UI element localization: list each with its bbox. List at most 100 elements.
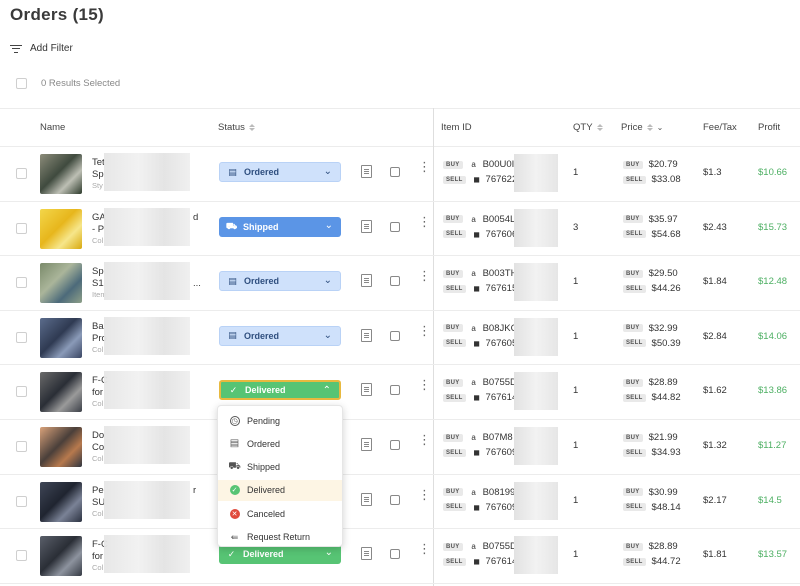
product-name-line2[interactable]: for bbox=[92, 387, 103, 398]
status-select[interactable]: ▤ Ordered ⌄ bbox=[219, 325, 341, 346]
notes-icon[interactable] bbox=[361, 219, 372, 233]
redacted-name bbox=[104, 535, 190, 574]
product-thumbnail[interactable] bbox=[40, 372, 82, 413]
product-name-line1[interactable]: Pe bbox=[92, 485, 104, 496]
col-header-name[interactable]: Name bbox=[40, 122, 65, 133]
status-select[interactable]: ⛟ Shipped ⌄ bbox=[219, 216, 341, 237]
notes-icon[interactable] bbox=[361, 274, 372, 288]
sell-item-id[interactable]: SELL ◼ 767614 bbox=[443, 556, 517, 567]
col-header-qty[interactable]: QTY bbox=[573, 122, 603, 133]
select-all-checkbox[interactable] bbox=[16, 78, 27, 89]
buy-item-id[interactable]: BUY a B003TH bbox=[443, 268, 517, 279]
buy-item-id[interactable]: BUY a B08JKC bbox=[443, 323, 517, 334]
table-row[interactable]: F-C for Col ✓ Delivered ⌄ ⋮ BUY a B0755D SELL ◼ 7676… bbox=[0, 528, 800, 583]
more-vertical-icon[interactable]: ⋮ bbox=[418, 488, 431, 501]
table-row[interactable]: Tet Sp Sty ▤ Ordered ⌄ ⋮ BUY a B00U0I SELL ◼ 767622 1… bbox=[0, 146, 800, 201]
table-row[interactable]: Ba Pro Col ▤ Ordered ⌄ ⋮ BUY a B08JKC SELL ◼ 767605 1… bbox=[0, 310, 800, 365]
memo-icon[interactable] bbox=[390, 330, 400, 341]
product-name-line1[interactable]: Do bbox=[92, 430, 104, 441]
status-option-request-return[interactable]: ⇚ Request Return bbox=[218, 527, 342, 548]
buy-item-id[interactable]: BUY a B00U0I bbox=[443, 159, 514, 170]
memo-icon[interactable] bbox=[390, 440, 400, 450]
col-header-fee-tax[interactable]: Fee/Tax bbox=[703, 122, 737, 133]
sell-item-id[interactable]: SELL ◼ 767615 bbox=[443, 283, 517, 294]
more-vertical-icon[interactable]: ⋮ bbox=[418, 433, 431, 446]
col-header-item-id[interactable]: Item ID bbox=[441, 122, 472, 133]
memo-icon[interactable] bbox=[390, 385, 400, 396]
product-name-line1[interactable]: Tet bbox=[92, 157, 105, 168]
product-thumbnail[interactable] bbox=[40, 317, 82, 358]
table-row[interactable]: Sp S1 Item... ▤ Ordered ⌄ ⋮ BUY a B003TH SELL ◼ 7676… bbox=[0, 255, 800, 310]
amazon-icon: a bbox=[471, 542, 476, 552]
more-vertical-icon[interactable]: ⋮ bbox=[418, 215, 431, 228]
more-vertical-icon[interactable]: ⋮ bbox=[418, 378, 431, 391]
sell-item-id[interactable]: SELL ◼ 767609 bbox=[443, 502, 517, 513]
row-checkbox[interactable] bbox=[16, 277, 27, 289]
notes-icon[interactable] bbox=[361, 165, 372, 178]
status-option-ordered[interactable]: ▤ Ordered bbox=[218, 433, 342, 454]
buy-item-id[interactable]: BUY a B08199 bbox=[443, 487, 515, 498]
memo-icon[interactable] bbox=[390, 221, 400, 232]
sell-item-id[interactable]: SELL ◼ 767606 bbox=[443, 229, 517, 240]
row-checkbox[interactable] bbox=[16, 222, 27, 234]
col-header-status[interactable]: Status bbox=[218, 122, 255, 133]
more-vertical-icon[interactable]: ⋮ bbox=[418, 542, 431, 555]
table-row[interactable]: Pe SU Col r ⋮ BUY a B08199 SELL ◼ 767609 1 BUY $30.99… bbox=[0, 474, 800, 529]
product-name-line2[interactable]: Co bbox=[92, 442, 104, 453]
row-checkbox[interactable] bbox=[16, 550, 27, 562]
product-thumbnail[interactable] bbox=[40, 263, 82, 304]
product-name-line1[interactable]: Ba bbox=[92, 321, 104, 332]
memo-icon[interactable] bbox=[390, 494, 400, 505]
buy-item-id[interactable]: BUY a B0755D bbox=[443, 377, 517, 388]
product-name-line2[interactable]: Sp bbox=[92, 169, 104, 180]
row-checkbox[interactable] bbox=[16, 441, 27, 452]
sell-item-id[interactable]: SELL ◼ 767609 bbox=[443, 447, 517, 458]
more-vertical-icon[interactable]: ⋮ bbox=[418, 160, 431, 173]
product-thumbnail[interactable] bbox=[40, 536, 82, 577]
row-checkbox[interactable] bbox=[16, 168, 27, 179]
status-option-shipped[interactable]: ⛟ Shipped bbox=[218, 457, 342, 478]
memo-icon[interactable] bbox=[390, 167, 400, 177]
product-thumbnail[interactable] bbox=[40, 154, 82, 194]
notes-icon[interactable] bbox=[361, 547, 372, 561]
product-name-line1[interactable]: Sp bbox=[92, 266, 104, 277]
product-thumbnail[interactable] bbox=[40, 427, 82, 467]
more-vertical-icon[interactable]: ⋮ bbox=[418, 269, 431, 282]
notes-icon[interactable] bbox=[361, 438, 372, 451]
status-select[interactable]: ▤ Ordered ⌄ bbox=[219, 162, 341, 182]
notes-icon[interactable] bbox=[361, 383, 372, 397]
status-select[interactable]: ✓ Delivered ⌃ bbox=[219, 380, 341, 401]
table-row[interactable]: GA - P Col d ⛟ Shipped ⌄ ⋮ BUY a B0054L SELL ◼ 767606… bbox=[0, 201, 800, 256]
row-checkbox[interactable] bbox=[16, 386, 27, 398]
status-select[interactable]: ▤ Ordered ⌄ bbox=[219, 271, 341, 292]
table-row[interactable]: F-C for Col ✓ Delivered ⌃ ⋮ BUY a B0755D SELL ◼ 7676… bbox=[0, 364, 800, 419]
buy-item-id[interactable]: BUY a B07M8 bbox=[443, 432, 513, 443]
product-name-line2[interactable]: for bbox=[92, 551, 103, 562]
memo-icon[interactable] bbox=[390, 549, 400, 560]
status-label: Shipped bbox=[243, 221, 279, 232]
sort-icon bbox=[248, 124, 255, 131]
col-header-price[interactable]: Price ⌄ bbox=[621, 122, 663, 133]
status-option-canceled[interactable]: ✕ Canceled bbox=[218, 503, 342, 524]
check-circle-icon: ✓ bbox=[227, 548, 236, 559]
product-thumbnail[interactable] bbox=[40, 481, 82, 522]
notes-icon[interactable] bbox=[361, 492, 372, 506]
row-checkbox[interactable] bbox=[16, 331, 27, 343]
table-row[interactable]: Do Co Col ⋮ BUY a B07M8 SELL ◼ 767609 1 BUY $21.99 SE… bbox=[0, 419, 800, 474]
sell-item-id[interactable]: SELL ◼ 767605 bbox=[443, 338, 517, 349]
status-option-delivered[interactable]: ✓ Delivered bbox=[218, 479, 342, 501]
product-thumbnail[interactable] bbox=[40, 208, 82, 249]
memo-icon[interactable] bbox=[390, 276, 400, 287]
status-option-pending[interactable]: ◷ Pending bbox=[218, 410, 342, 431]
row-checkbox[interactable] bbox=[16, 495, 27, 507]
product-name-line2[interactable]: - P bbox=[92, 224, 104, 235]
more-vertical-icon[interactable]: ⋮ bbox=[418, 324, 431, 337]
add-filter-button[interactable]: Add Filter bbox=[10, 43, 73, 54]
product-name-line2[interactable]: S1 bbox=[92, 278, 104, 289]
sell-item-id[interactable]: SELL ◼ 767614 bbox=[443, 392, 517, 403]
buy-item-id[interactable]: BUY a B0755D bbox=[443, 541, 517, 552]
buy-item-id[interactable]: BUY a B0054L bbox=[443, 214, 515, 225]
notes-icon[interactable] bbox=[361, 328, 372, 342]
sell-item-id[interactable]: SELL ◼ 767622 bbox=[443, 174, 517, 185]
col-header-profit[interactable]: Profit bbox=[758, 122, 780, 133]
